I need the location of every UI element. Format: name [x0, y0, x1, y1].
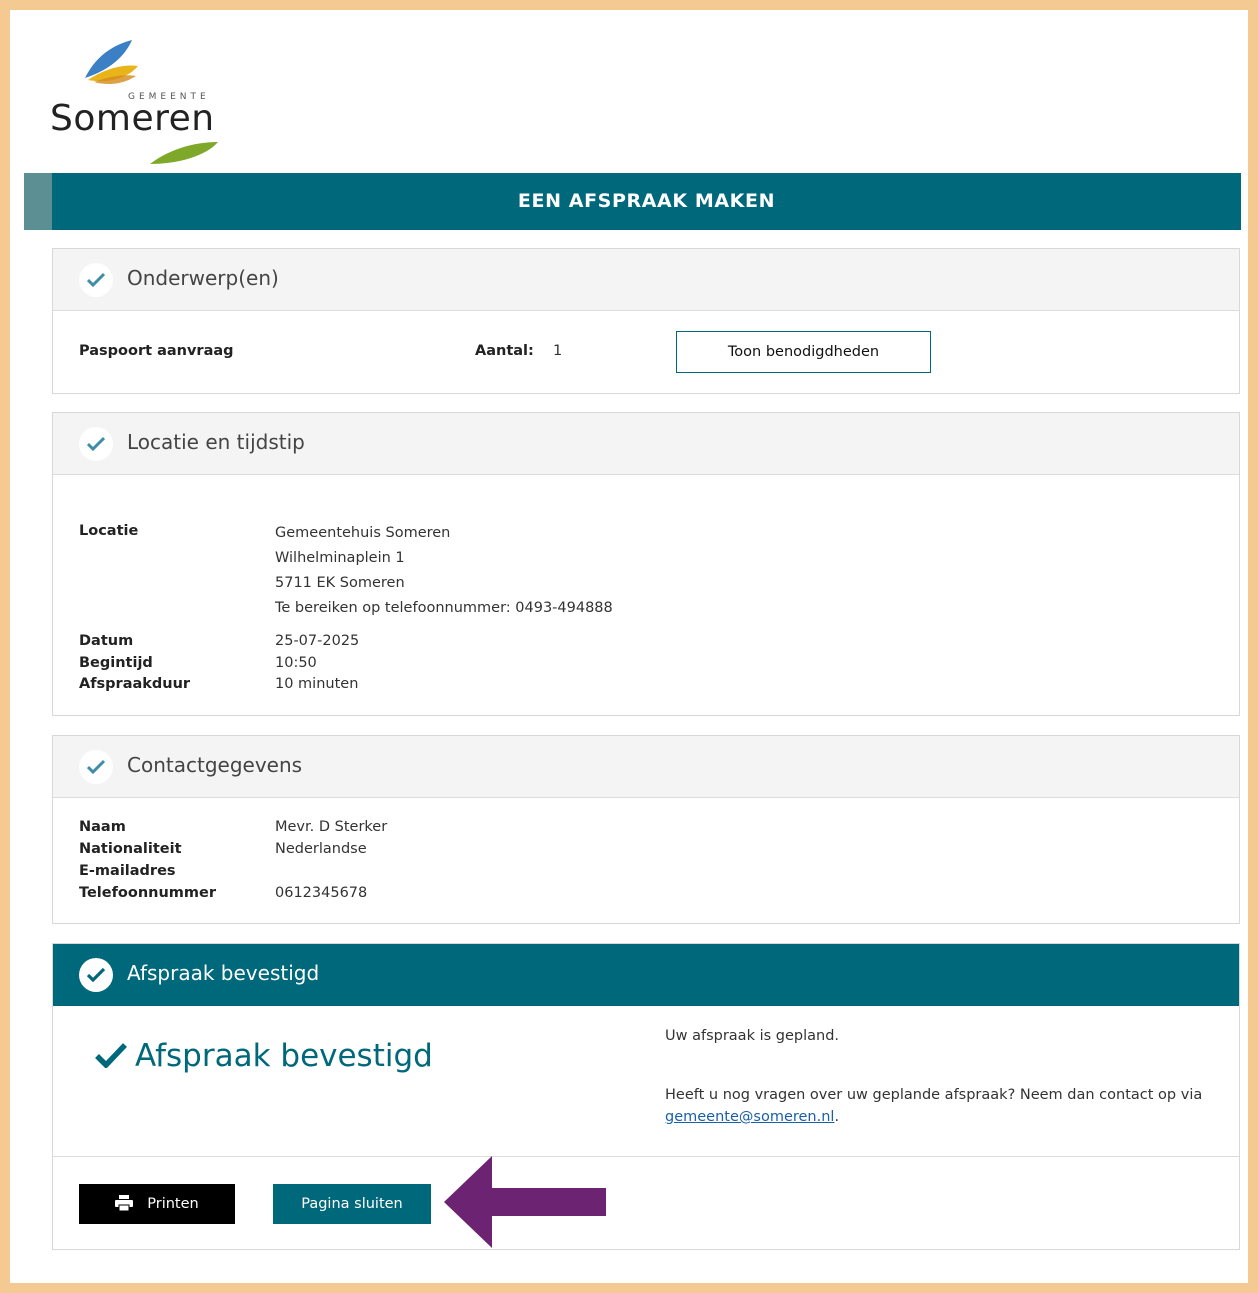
check-icon: [79, 427, 113, 461]
checkmark-icon: [95, 1043, 127, 1069]
someren-logo[interactable]: GEMEENTE Someren: [50, 38, 220, 168]
nationality-label: Nationaliteit: [79, 841, 182, 857]
location-section: Locatie en tijdstip Locatie Gemeentehuis…: [52, 412, 1240, 716]
start-time-label: Begintijd: [79, 655, 153, 671]
confirmation-section: Afspraak bevestigd Afspraak bevestigd Uw…: [52, 943, 1240, 1250]
check-icon: [79, 750, 113, 784]
subjects-section: Onderwerp(en) Paspoort aanvraag Aantal: …: [52, 248, 1240, 394]
count-label: Aantal:: [475, 343, 534, 359]
question-text: Heeft u nog vragen over uw geplande afsp…: [665, 1084, 1215, 1128]
nationality-value: Nederlandse: [275, 841, 367, 857]
duration-label: Afspraakduur: [79, 676, 191, 692]
contact-section: Contactgegevens Naam Mevr. D Sterker Nat…: [52, 735, 1240, 924]
planned-text: Uw afspraak is gepland.: [665, 1028, 840, 1044]
subjects-title: Onderwerp(en): [127, 266, 279, 290]
contact-header[interactable]: Contactgegevens: [53, 736, 1239, 798]
location-header[interactable]: Locatie en tijdstip: [53, 413, 1239, 475]
count-value: 1: [553, 343, 563, 359]
divider: [53, 1156, 1239, 1157]
confirmation-heading: Afspraak bevestigd: [95, 1038, 433, 1074]
print-button[interactable]: Printen: [79, 1184, 235, 1224]
address-line: Wilhelminaplein 1: [275, 550, 405, 566]
address-line: Te bereiken op telefoonnummer: 0493-4948…: [275, 600, 613, 616]
name-label: Naam: [79, 819, 126, 835]
location-label: Locatie: [79, 523, 139, 539]
date-value: 25-07-2025: [275, 633, 360, 649]
confirmation-header: Afspraak bevestigd: [53, 944, 1239, 1006]
close-page-button[interactable]: Pagina sluiten: [273, 1184, 431, 1224]
address-line: 5711 EK Someren: [275, 575, 405, 591]
phone-label: Telefoonnummer: [79, 885, 217, 901]
annotation-arrow-icon: [444, 1156, 606, 1248]
question-text-end: .: [834, 1109, 840, 1125]
email-label: E-mailadres: [79, 863, 176, 879]
location-title: Locatie en tijdstip: [127, 430, 305, 454]
start-time-value: 10:50: [275, 655, 317, 671]
subjects-header[interactable]: Onderwerp(en): [53, 249, 1239, 311]
page-banner: EEN AFSPRAAK MAKEN: [24, 173, 1241, 230]
name-value: Mevr. D Sterker: [275, 819, 388, 835]
leaf-bottom-icon: [150, 142, 218, 164]
check-icon: [79, 263, 113, 297]
confirmation-title: Afspraak bevestigd: [127, 961, 320, 985]
question-text-body: Heeft u nog vragen over uw geplande afsp…: [665, 1087, 1203, 1103]
duration-value: 10 minuten: [275, 676, 359, 692]
confirmation-heading-text: Afspraak bevestigd: [135, 1038, 433, 1074]
date-label: Datum: [79, 633, 134, 649]
email-link[interactable]: gemeente@someren.nl: [665, 1109, 834, 1125]
banner-accent: [24, 173, 52, 230]
page-title: EEN AFSPRAAK MAKEN: [517, 190, 776, 212]
phone-value: 0612345678: [275, 885, 368, 901]
check-circle-icon: [79, 958, 113, 992]
print-button-label: Printen: [147, 1196, 199, 1212]
logo-title: Someren: [50, 98, 215, 139]
leaf-top-icon: [85, 40, 138, 84]
contact-title: Contactgegevens: [127, 753, 303, 777]
printer-icon: [115, 1195, 134, 1212]
page-frame: GEMEENTE Someren EEN AFSPRAAK MAKEN Onde…: [10, 10, 1248, 1283]
show-requirements-button[interactable]: Toon benodigdheden: [676, 331, 931, 373]
address-line: Gemeentehuis Someren: [275, 525, 451, 541]
subject-item-label: Paspoort aanvraag: [79, 343, 234, 359]
